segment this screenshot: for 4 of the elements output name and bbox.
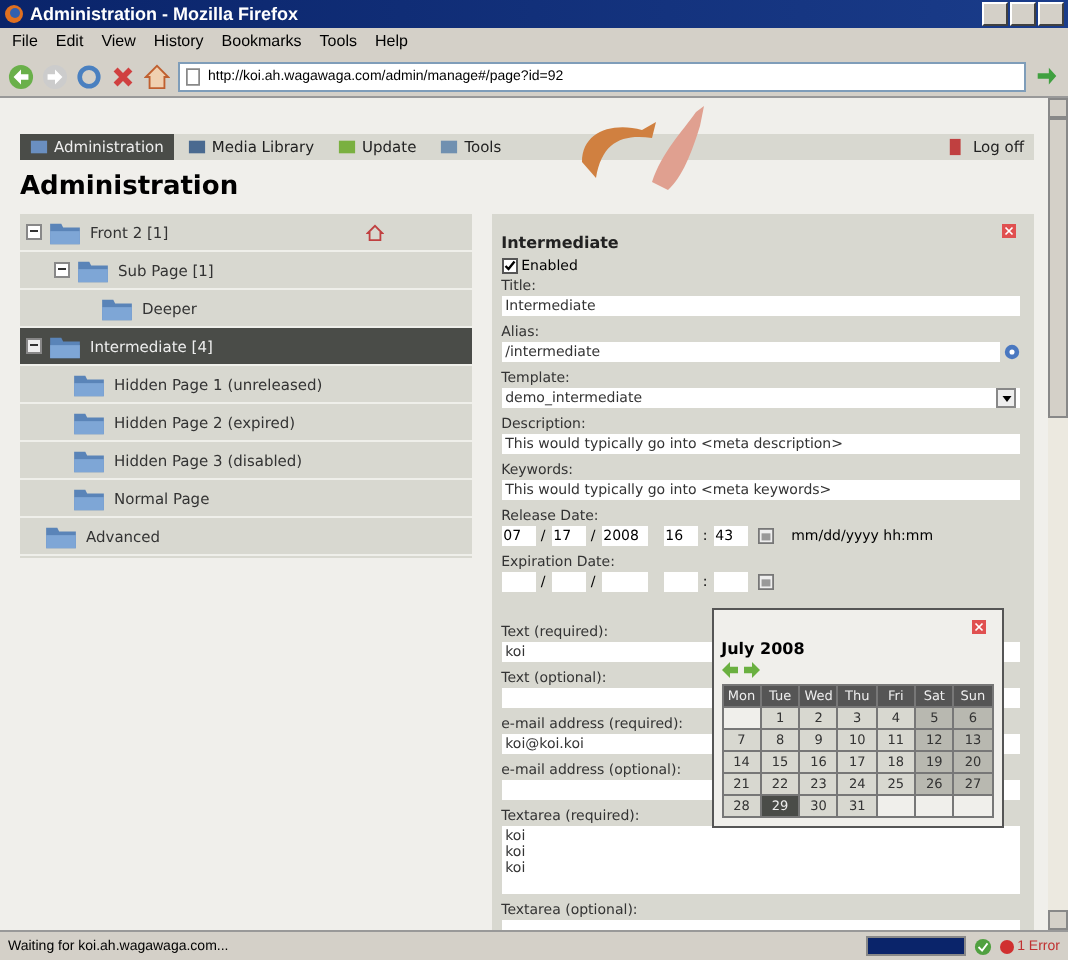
calendar-month-title: July 2008 (721, 640, 807, 658)
editor-title: Intermediate (501, 234, 621, 252)
window-title: Administration - Mozilla Firefox (30, 4, 299, 24)
page-heading: Administration (20, 172, 241, 202)
